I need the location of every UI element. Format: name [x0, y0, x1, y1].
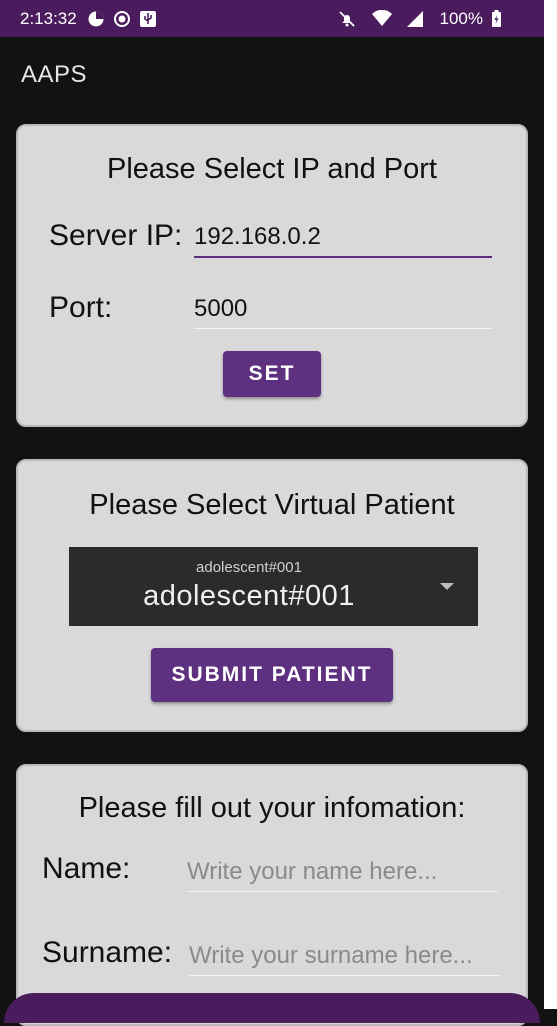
surname-label: Surname:	[42, 936, 173, 969]
wifi-icon	[371, 9, 392, 28]
port-input[interactable]	[194, 289, 492, 329]
submit-patient-button[interactable]: SUBMIT PATIENT	[151, 648, 393, 702]
bottom-navigation-bar	[4, 993, 540, 1023]
patient-card-title: Please Select Virtual Patient	[89, 489, 455, 521]
server-card: Please Select IP and Port Server IP: Por…	[16, 124, 528, 427]
app-bar: AAPS	[0, 37, 544, 111]
server-ip-input[interactable]	[194, 218, 492, 258]
set-button[interactable]: SET	[223, 351, 321, 397]
mute-icon	[338, 10, 356, 28]
spinner-selected-value: adolescent#001	[143, 580, 355, 612]
record-icon	[113, 10, 131, 28]
battery-charging-icon	[491, 9, 502, 28]
usb-icon	[139, 10, 157, 28]
dropdown-arrow-icon	[440, 583, 454, 590]
signal-icon	[406, 10, 424, 28]
data-saver-icon	[87, 10, 105, 28]
spinner-hint: adolescent#001	[196, 559, 302, 576]
server-card-title: Please Select IP and Port	[107, 153, 437, 185]
patient-card: Please Select Virtual Patient adolescent…	[16, 459, 528, 732]
port-label: Port:	[49, 291, 113, 324]
app-title: AAPS	[21, 61, 88, 88]
server-ip-label: Server IP:	[49, 219, 183, 252]
battery-percent: 100%	[439, 8, 483, 28]
status-bar: 2:13:32 100%	[0, 0, 544, 37]
name-input[interactable]	[187, 852, 498, 892]
status-time: 2:13:32	[20, 8, 77, 28]
surname-input[interactable]	[189, 936, 500, 976]
name-label: Name:	[42, 852, 131, 885]
info-card-title: Please fill out your infomation:	[78, 792, 466, 824]
scrollbar[interactable]	[544, 0, 557, 1009]
patient-spinner[interactable]: adolescent#001 adolescent#001	[69, 547, 478, 626]
info-card: Please fill out your infomation: Name: S…	[16, 764, 528, 1026]
